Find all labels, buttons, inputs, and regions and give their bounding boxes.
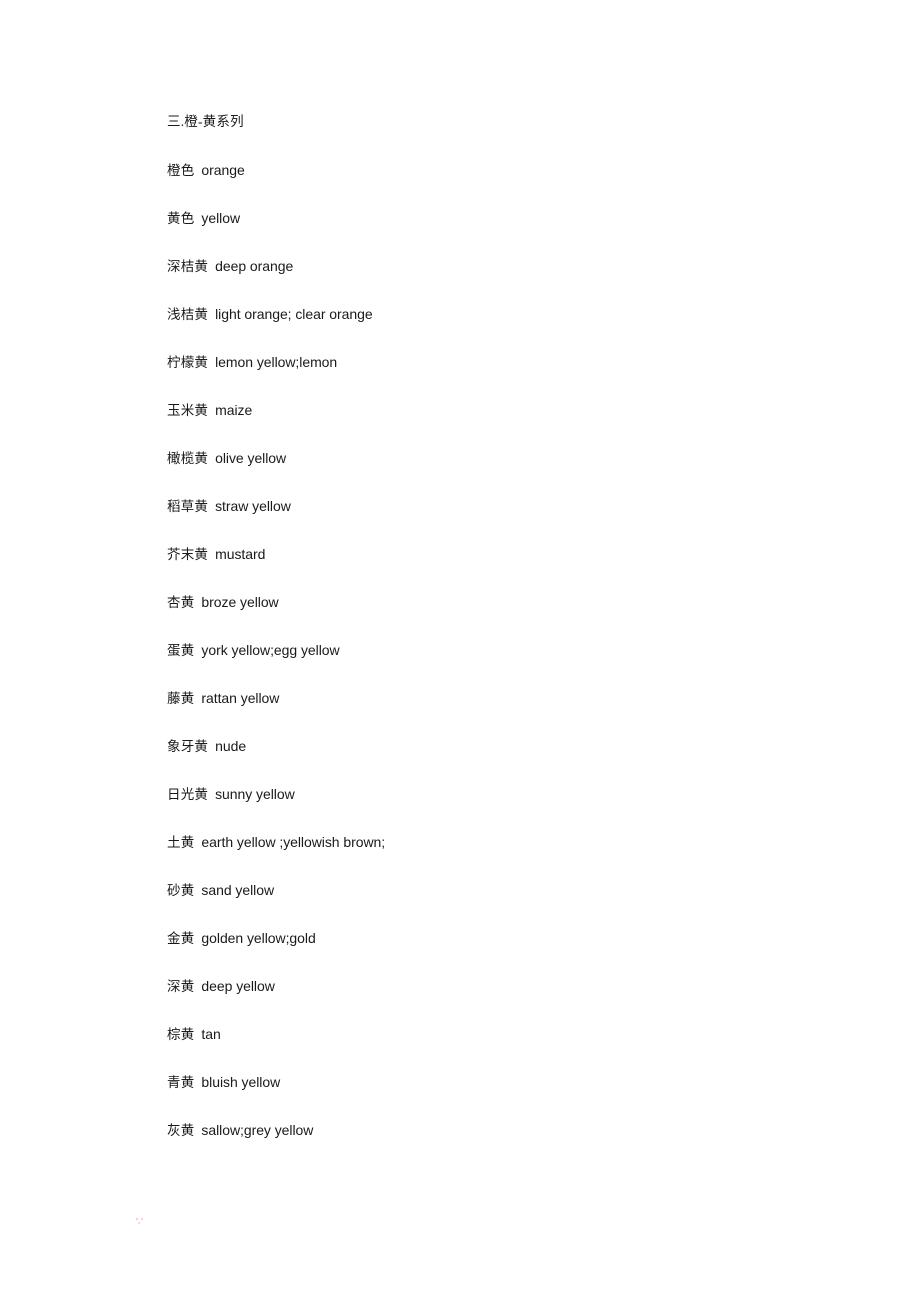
color-term-english: sallow;grey yellow (201, 1122, 314, 1138)
color-term-entry: 藤黄 rattan yellow (167, 688, 767, 736)
section-heading-text: 三.橙-黄系列 (167, 114, 244, 129)
scan-artifact-speck (136, 1218, 143, 1224)
color-term-chinese: 深黄 (167, 979, 195, 994)
color-term-english: orange (201, 162, 245, 178)
color-term-chinese: 棕黄 (167, 1027, 195, 1042)
color-term-chinese: 芥末黄 (167, 547, 209, 562)
color-term-entry: 蛋黄 york yellow;egg yellow (167, 640, 767, 688)
color-term-chinese: 柠檬黄 (167, 355, 209, 370)
color-term-chinese: 稻草黄 (167, 499, 209, 514)
color-term-entry: 橙色 orange (167, 160, 767, 208)
color-term-entry: 黄色 yellow (167, 208, 767, 256)
color-term-chinese: 土黄 (167, 835, 195, 850)
color-term-english: broze yellow (201, 594, 279, 610)
color-term-entry: 玉米黄 maize (167, 400, 767, 448)
color-term-english: deep orange (215, 258, 294, 274)
color-term-chinese: 深桔黄 (167, 259, 209, 274)
color-term-english: light orange; clear orange (215, 306, 373, 322)
color-term-english: york yellow;egg yellow (201, 642, 340, 658)
document-body: 三.橙-黄系列 橙色 orange 黄色 yellow 深桔黄 deep orange 浅桔… (167, 112, 767, 1168)
color-term-english: earth yellow ;yellowish brown; (201, 834, 386, 850)
color-term-entry: 土黄 earth yellow ;yellowish brown; (167, 832, 767, 880)
color-term-english: lemon yellow;lemon (215, 354, 338, 370)
color-term-entry: 灰黄 sallow;grey yellow (167, 1120, 767, 1168)
color-term-entry: 日光黄 sunny yellow (167, 784, 767, 832)
color-term-english: rattan yellow (201, 690, 280, 706)
color-term-entry: 深桔黄 deep orange (167, 256, 767, 304)
color-term-chinese: 浅桔黄 (167, 307, 209, 322)
color-term-english: yellow (201, 210, 241, 226)
color-term-chinese: 黄色 (167, 211, 195, 226)
color-term-english: bluish yellow (201, 1074, 281, 1090)
color-term-chinese: 金黄 (167, 931, 195, 946)
color-term-chinese: 杏黄 (167, 595, 195, 610)
color-term-english: maize (215, 402, 253, 418)
color-term-entry: 橄榄黄 olive yellow (167, 448, 767, 496)
color-term-english: sand yellow (201, 882, 275, 898)
document-page: 三.橙-黄系列 橙色 orange 黄色 yellow 深桔黄 deep orange 浅桔… (0, 0, 920, 1302)
color-term-entry: 砂黄 sand yellow (167, 880, 767, 928)
color-term-english: straw yellow (215, 498, 291, 514)
color-term-chinese: 橄榄黄 (167, 451, 209, 466)
color-term-english: golden yellow;gold (201, 930, 316, 946)
color-term-entry: 金黄 golden yellow;gold (167, 928, 767, 976)
color-term-chinese: 砂黄 (167, 883, 195, 898)
color-term-english: tan (201, 1026, 221, 1042)
color-term-chinese: 日光黄 (167, 787, 209, 802)
color-term-english: sunny yellow (215, 786, 295, 802)
color-term-entry: 深黄 deep yellow (167, 976, 767, 1024)
color-term-english: deep yellow (201, 978, 275, 994)
section-heading: 三.橙-黄系列 (167, 112, 767, 160)
color-term-english: nude (215, 738, 247, 754)
color-term-chinese: 灰黄 (167, 1123, 195, 1138)
color-term-english: mustard (215, 546, 266, 562)
color-term-chinese: 橙色 (167, 163, 195, 178)
color-term-chinese: 玉米黄 (167, 403, 209, 418)
color-term-entry: 象牙黄 nude (167, 736, 767, 784)
color-term-entry: 杏黄 broze yellow (167, 592, 767, 640)
color-term-list: 橙色 orange 黄色 yellow 深桔黄 deep orange 浅桔黄 light o… (167, 160, 767, 1168)
color-term-chinese: 蛋黄 (167, 643, 195, 658)
color-term-chinese: 象牙黄 (167, 739, 209, 754)
color-term-entry: 稻草黄 straw yellow (167, 496, 767, 544)
color-term-chinese: 藤黄 (167, 691, 195, 706)
color-term-entry: 青黄 bluish yellow (167, 1072, 767, 1120)
color-term-english: olive yellow (215, 450, 287, 466)
color-term-entry: 棕黄 tan (167, 1024, 767, 1072)
color-term-chinese: 青黄 (167, 1075, 195, 1090)
color-term-entry: 浅桔黄 light orange; clear orange (167, 304, 767, 352)
color-term-entry: 芥末黄 mustard (167, 544, 767, 592)
color-term-entry: 柠檬黄 lemon yellow;lemon (167, 352, 767, 400)
